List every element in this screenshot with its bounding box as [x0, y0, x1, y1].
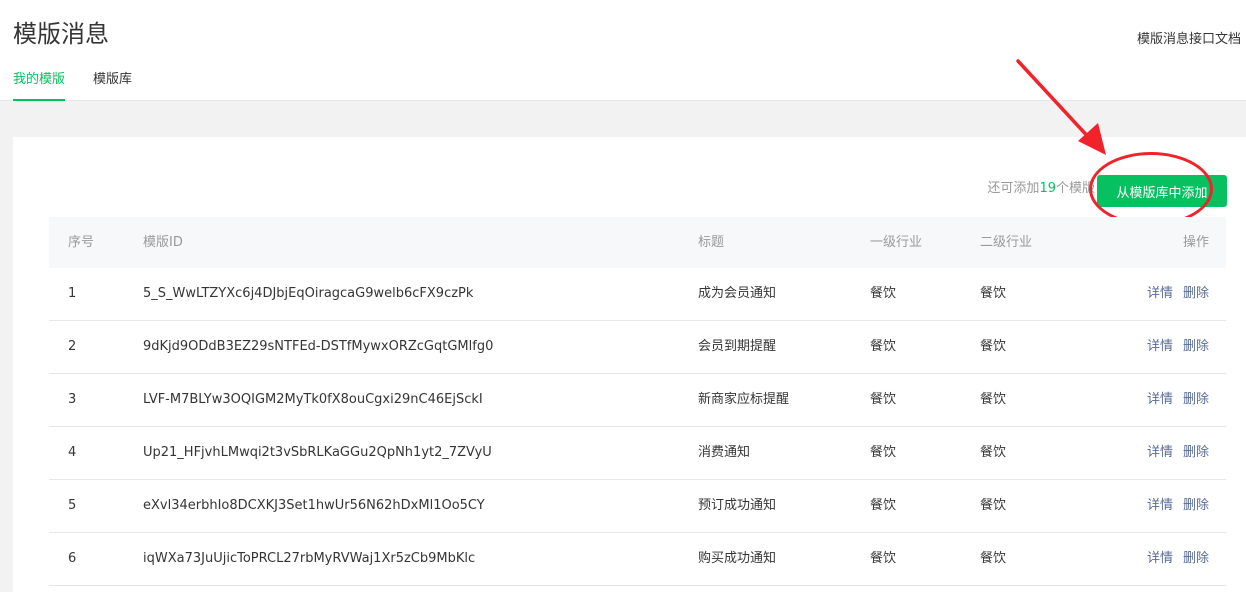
- detail-link[interactable]: 详情: [1147, 551, 1173, 566]
- detail-link[interactable]: 详情: [1147, 286, 1173, 301]
- table-header: 序号 模版ID 标题 一级行业 二级行业 操作: [49, 217, 1226, 268]
- row-actions: 详情 删除: [1147, 533, 1209, 585]
- table-row: 3 LVF-M7BLYw3OQIGM2MyTk0fX8ouCgxi29nC46E…: [49, 374, 1226, 427]
- row-template-id: iqWXa73JuUjicToPRCL27rbMyRVWaj1Xr5zCb9Mb…: [143, 551, 476, 566]
- row-template-id: 5_S_WwLTZYXc6j4DJbjEqOiragcaG9welb6cFX9c…: [143, 286, 474, 301]
- quota-count: 19: [1039, 181, 1056, 196]
- row-no: 2: [68, 339, 77, 354]
- row-title: 消费通知: [698, 445, 751, 460]
- row-template-id: Up21_HFjvhLMwqi2t3vSbRLKaGGu2QpNh1yt2_7Z…: [143, 445, 492, 460]
- column-header-industry2: 二级行业: [980, 235, 1033, 250]
- table-row: 2 9dKjd9ODdB3EZ29sNTFEd-DSTfMywxORZcGqtG…: [49, 321, 1226, 374]
- row-title: 预订成功通知: [698, 498, 777, 513]
- delete-link[interactable]: 删除: [1183, 286, 1209, 301]
- row-no: 4: [68, 445, 77, 460]
- row-actions: 详情 删除: [1147, 321, 1209, 373]
- row-industry2: 餐饮: [980, 551, 1007, 566]
- column-header-industry1: 一级行业: [870, 235, 923, 250]
- column-header-no: 序号: [68, 235, 95, 250]
- table-row: 1 5_S_WwLTZYXc6j4DJbjEqOiragcaG9welb6cFX…: [49, 268, 1226, 321]
- add-from-library-button[interactable]: 从模版库中添加: [1097, 175, 1227, 207]
- row-industry2: 餐饮: [980, 286, 1007, 301]
- row-actions: 详情 删除: [1147, 374, 1209, 426]
- row-industry1: 餐饮: [870, 445, 897, 460]
- detail-link[interactable]: 详情: [1147, 392, 1173, 407]
- row-no: 1: [68, 286, 77, 301]
- table-row: 5 eXvl34erbhIo8DCXKJ3Set1hwUr56N62hDxMl1…: [49, 480, 1226, 533]
- row-industry2: 餐饮: [980, 498, 1007, 513]
- row-industry2: 餐饮: [980, 339, 1007, 354]
- column-header-id: 模版ID: [143, 235, 183, 250]
- template-card: 还可添加19个模版 从模版库中添加 序号 模版ID 标题 一级行业 二级行业 操…: [13, 137, 1246, 592]
- detail-link[interactable]: 详情: [1147, 498, 1173, 513]
- row-industry2: 餐饮: [980, 392, 1007, 407]
- row-actions: 详情 删除: [1147, 427, 1209, 479]
- quota-prefix: 还可添加: [987, 181, 1040, 196]
- row-title: 新商家应标提醒: [698, 392, 790, 407]
- row-industry1: 餐饮: [870, 392, 897, 407]
- quota-suffix: 个模版: [1055, 181, 1095, 196]
- column-header-actions: 操作: [1182, 235, 1209, 250]
- row-template-id: 9dKjd9ODdB3EZ29sNTFEd-DSTfMywxORZcGqtGMl…: [143, 339, 494, 354]
- row-title: 购买成功通知: [698, 551, 777, 566]
- template-api-doc-link[interactable]: 模版消息接口文档: [1137, 31, 1241, 49]
- row-industry2: 餐饮: [980, 445, 1007, 460]
- row-title: 会员到期提醒: [698, 339, 777, 354]
- row-actions: 详情 删除: [1147, 480, 1209, 532]
- page-title: 模版消息: [13, 20, 109, 48]
- tab-my-templates[interactable]: 我的模版: [13, 70, 66, 101]
- row-industry1: 餐饮: [870, 286, 897, 301]
- delete-link[interactable]: 删除: [1183, 551, 1209, 566]
- quota-text: 还可添加19个模版: [987, 180, 1095, 198]
- row-actions: 详情 删除: [1147, 268, 1209, 320]
- delete-link[interactable]: 删除: [1183, 498, 1209, 513]
- template-table: 序号 模版ID 标题 一级行业 二级行业 操作 1 5_S_WwLTZYXc6j…: [49, 217, 1226, 586]
- tab-template-library[interactable]: 模版库: [93, 70, 132, 101]
- delete-link[interactable]: 删除: [1183, 339, 1209, 354]
- detail-link[interactable]: 详情: [1147, 445, 1173, 460]
- row-title: 成为会员通知: [698, 286, 777, 301]
- delete-link[interactable]: 删除: [1183, 445, 1209, 460]
- delete-link[interactable]: 删除: [1183, 392, 1209, 407]
- row-template-id: LVF-M7BLYw3OQIGM2MyTk0fX8ouCgxi29nC46EjS…: [143, 392, 483, 407]
- page-header: 模版消息 模版消息接口文档 我的模版 模版库: [0, 0, 1246, 101]
- row-no: 5: [68, 498, 77, 513]
- row-no: 3: [68, 392, 77, 407]
- row-industry1: 餐饮: [870, 498, 897, 513]
- row-template-id: eXvl34erbhIo8DCXKJ3Set1hwUr56N62hDxMl1Oo…: [143, 498, 485, 513]
- detail-link[interactable]: 详情: [1147, 339, 1173, 354]
- row-industry1: 餐饮: [870, 339, 897, 354]
- column-header-title: 标题: [698, 235, 725, 250]
- row-industry1: 餐饮: [870, 551, 897, 566]
- table-row: 4 Up21_HFjvhLMwqi2t3vSbRLKaGGu2QpNh1yt2_…: [49, 427, 1226, 480]
- table-row: 6 iqWXa73JuUjicToPRCL27rbMyRVWaj1Xr5zCb9…: [49, 533, 1226, 586]
- row-no: 6: [68, 551, 77, 566]
